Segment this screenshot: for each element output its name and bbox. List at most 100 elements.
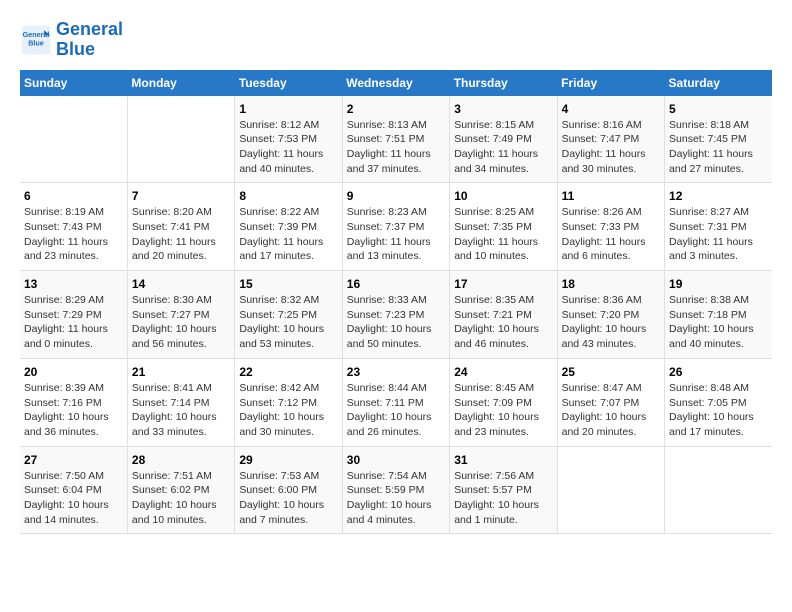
- calendar-cell: 12 Sunrise: 8:27 AM Sunset: 7:31 PM Dayli…: [665, 183, 772, 271]
- day-info: Sunrise: 8:48 AM Sunset: 7:05 PM Dayligh…: [669, 381, 768, 440]
- day-info: Sunrise: 8:38 AM Sunset: 7:18 PM Dayligh…: [669, 293, 768, 352]
- day-number: 6: [24, 189, 123, 203]
- day-number: 16: [347, 277, 445, 291]
- calendar-header: SundayMondayTuesdayWednesdayThursdayFrid…: [20, 70, 772, 96]
- svg-text:Blue: Blue: [28, 38, 44, 47]
- day-info: Sunrise: 8:39 AM Sunset: 7:16 PM Dayligh…: [24, 381, 123, 440]
- calendar-cell: 21 Sunrise: 8:41 AM Sunset: 7:14 PM Dayli…: [127, 358, 234, 446]
- logo-text: General Blue: [56, 20, 123, 60]
- calendar-cell: 20 Sunrise: 8:39 AM Sunset: 7:16 PM Dayli…: [20, 358, 127, 446]
- calendar-cell: 2 Sunrise: 8:13 AM Sunset: 7:51 PM Daylig…: [342, 96, 449, 183]
- calendar-cell: 30 Sunrise: 7:54 AM Sunset: 5:59 PM Dayli…: [342, 446, 449, 534]
- day-number: 5: [669, 102, 768, 116]
- calendar-cell: 6 Sunrise: 8:19 AM Sunset: 7:43 PM Daylig…: [20, 183, 127, 271]
- weekday-header-monday: Monday: [127, 70, 234, 96]
- calendar-cell: 22 Sunrise: 8:42 AM Sunset: 7:12 PM Dayli…: [235, 358, 342, 446]
- day-number: 27: [24, 453, 123, 467]
- day-number: 28: [132, 453, 230, 467]
- calendar-week-2: 6 Sunrise: 8:19 AM Sunset: 7:43 PM Daylig…: [20, 183, 772, 271]
- day-number: 9: [347, 189, 445, 203]
- day-number: 8: [239, 189, 337, 203]
- logo: General Blue General Blue: [20, 20, 123, 60]
- day-number: 26: [669, 365, 768, 379]
- day-info: Sunrise: 8:42 AM Sunset: 7:12 PM Dayligh…: [239, 381, 337, 440]
- day-number: 17: [454, 277, 552, 291]
- day-number: 31: [454, 453, 552, 467]
- day-info: Sunrise: 8:36 AM Sunset: 7:20 PM Dayligh…: [562, 293, 660, 352]
- day-info: Sunrise: 8:47 AM Sunset: 7:07 PM Dayligh…: [562, 381, 660, 440]
- calendar-table: SundayMondayTuesdayWednesdayThursdayFrid…: [20, 70, 772, 535]
- day-info: Sunrise: 8:23 AM Sunset: 7:37 PM Dayligh…: [347, 205, 445, 264]
- weekday-header-saturday: Saturday: [665, 70, 772, 96]
- calendar-cell: 1 Sunrise: 8:12 AM Sunset: 7:53 PM Daylig…: [235, 96, 342, 183]
- calendar-cell: 19 Sunrise: 8:38 AM Sunset: 7:18 PM Dayli…: [665, 271, 772, 359]
- calendar-cell: 25 Sunrise: 8:47 AM Sunset: 7:07 PM Dayli…: [557, 358, 664, 446]
- day-info: Sunrise: 7:51 AM Sunset: 6:02 PM Dayligh…: [132, 469, 230, 528]
- calendar-cell: 4Sunrise: 8:16 AM Sunset: 7:47 PM Daylig…: [557, 96, 664, 183]
- weekday-header-wednesday: Wednesday: [342, 70, 449, 96]
- day-info: Sunrise: 8:35 AM Sunset: 7:21 PM Dayligh…: [454, 293, 552, 352]
- calendar-week-3: 13 Sunrise: 8:29 AM Sunset: 7:29 PM Dayli…: [20, 271, 772, 359]
- weekday-header-friday: Friday: [557, 70, 664, 96]
- day-number: 4: [562, 102, 660, 116]
- day-number: 13: [24, 277, 123, 291]
- calendar-cell: 3 Sunrise: 8:15 AM Sunset: 7:49 PM Daylig…: [450, 96, 557, 183]
- day-number: 30: [347, 453, 445, 467]
- day-number: 20: [24, 365, 123, 379]
- day-info: Sunrise: 8:15 AM Sunset: 7:49 PM Dayligh…: [454, 118, 552, 177]
- day-info: Sunrise: 8:25 AM Sunset: 7:35 PM Dayligh…: [454, 205, 552, 264]
- day-info: Sunrise: 7:54 AM Sunset: 5:59 PM Dayligh…: [347, 469, 445, 528]
- day-number: 23: [347, 365, 445, 379]
- calendar-week-5: 27 Sunrise: 7:50 AM Sunset: 6:04 PM Dayli…: [20, 446, 772, 534]
- calendar-cell: [557, 446, 664, 534]
- day-number: 19: [669, 277, 768, 291]
- calendar-week-1: 1 Sunrise: 8:12 AM Sunset: 7:53 PM Daylig…: [20, 96, 772, 183]
- calendar-cell: 8 Sunrise: 8:22 AM Sunset: 7:39 PM Daylig…: [235, 183, 342, 271]
- day-info: Sunrise: 8:26 AM Sunset: 7:33 PM Dayligh…: [562, 205, 660, 264]
- day-info: Sunrise: 8:45 AM Sunset: 7:09 PM Dayligh…: [454, 381, 552, 440]
- calendar-cell: 18Sunrise: 8:36 AM Sunset: 7:20 PM Dayli…: [557, 271, 664, 359]
- day-info: Sunrise: 8:12 AM Sunset: 7:53 PM Dayligh…: [239, 118, 337, 177]
- weekday-header-sunday: Sunday: [20, 70, 127, 96]
- day-info: Sunrise: 8:29 AM Sunset: 7:29 PM Dayligh…: [24, 293, 123, 352]
- calendar-cell: 28 Sunrise: 7:51 AM Sunset: 6:02 PM Dayli…: [127, 446, 234, 534]
- calendar-cell: 31 Sunrise: 7:56 AM Sunset: 5:57 PM Dayli…: [450, 446, 557, 534]
- calendar-cell: [665, 446, 772, 534]
- day-info: Sunrise: 8:13 AM Sunset: 7:51 PM Dayligh…: [347, 118, 445, 177]
- day-info: Sunrise: 8:22 AM Sunset: 7:39 PM Dayligh…: [239, 205, 337, 264]
- calendar-cell: 9 Sunrise: 8:23 AM Sunset: 7:37 PM Daylig…: [342, 183, 449, 271]
- day-info: Sunrise: 8:44 AM Sunset: 7:11 PM Dayligh…: [347, 381, 445, 440]
- calendar-cell: [127, 96, 234, 183]
- calendar-cell: 26 Sunrise: 8:48 AM Sunset: 7:05 PM Dayli…: [665, 358, 772, 446]
- day-number: 1: [239, 102, 337, 116]
- day-number: 22: [239, 365, 337, 379]
- logo-icon: General Blue: [20, 24, 52, 56]
- calendar-cell: 13 Sunrise: 8:29 AM Sunset: 7:29 PM Dayli…: [20, 271, 127, 359]
- calendar-cell: 5 Sunrise: 8:18 AM Sunset: 7:45 PM Daylig…: [665, 96, 772, 183]
- day-number: 24: [454, 365, 552, 379]
- day-number: 29: [239, 453, 337, 467]
- calendar-cell: 27 Sunrise: 7:50 AM Sunset: 6:04 PM Dayli…: [20, 446, 127, 534]
- day-number: 11: [562, 189, 660, 203]
- calendar-cell: 10 Sunrise: 8:25 AM Sunset: 7:35 PM Dayli…: [450, 183, 557, 271]
- day-info: Sunrise: 8:18 AM Sunset: 7:45 PM Dayligh…: [669, 118, 768, 177]
- day-info: Sunrise: 8:19 AM Sunset: 7:43 PM Dayligh…: [24, 205, 123, 264]
- day-info: Sunrise: 8:41 AM Sunset: 7:14 PM Dayligh…: [132, 381, 230, 440]
- day-number: 12: [669, 189, 768, 203]
- day-number: 10: [454, 189, 552, 203]
- day-info: Sunrise: 7:56 AM Sunset: 5:57 PM Dayligh…: [454, 469, 552, 528]
- day-number: 3: [454, 102, 552, 116]
- day-info: Sunrise: 7:53 AM Sunset: 6:00 PM Dayligh…: [239, 469, 337, 528]
- day-info: Sunrise: 8:30 AM Sunset: 7:27 PM Dayligh…: [132, 293, 230, 352]
- day-info: Sunrise: 8:27 AM Sunset: 7:31 PM Dayligh…: [669, 205, 768, 264]
- day-info: Sunrise: 7:50 AM Sunset: 6:04 PM Dayligh…: [24, 469, 123, 528]
- day-number: 25: [562, 365, 660, 379]
- day-number: 2: [347, 102, 445, 116]
- day-number: 21: [132, 365, 230, 379]
- calendar-cell: 23 Sunrise: 8:44 AM Sunset: 7:11 PM Dayli…: [342, 358, 449, 446]
- day-info: Sunrise: 8:33 AM Sunset: 7:23 PM Dayligh…: [347, 293, 445, 352]
- calendar-cell: 14Sunrise: 8:30 AM Sunset: 7:27 PM Dayli…: [127, 271, 234, 359]
- calendar-cell: 7Sunrise: 8:20 AM Sunset: 7:41 PM Daylig…: [127, 183, 234, 271]
- calendar-cell: 11 Sunrise: 8:26 AM Sunset: 7:33 PM Dayli…: [557, 183, 664, 271]
- calendar-cell: 15Sunrise: 8:32 AM Sunset: 7:25 PM Dayli…: [235, 271, 342, 359]
